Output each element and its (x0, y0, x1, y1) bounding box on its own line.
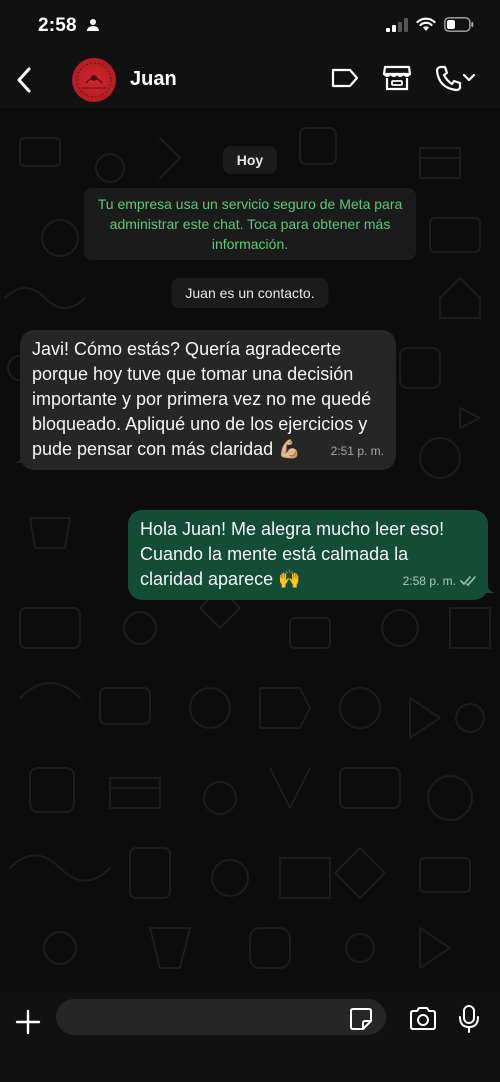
whatsapp-chat-screen: 2:58 Juan Hoy Tu empresa usa un servicio… (0, 0, 500, 1082)
header-actions (308, 64, 476, 97)
message-time: 2:51 p. m. (330, 444, 384, 458)
status-right-group (386, 17, 474, 37)
plus-icon[interactable] (14, 1008, 42, 1041)
bubble-tail (14, 445, 28, 470)
status-bar: 2:58 (0, 0, 500, 52)
chat-area[interactable]: Hoy Tu empresa usa un servicio seguro de… (0, 108, 500, 992)
read-receipt-icon (460, 569, 478, 594)
contact-name[interactable]: Juan (130, 68, 177, 91)
contact-notice: Juan es un contacto. (171, 278, 329, 308)
chat-header: Juan (0, 52, 500, 109)
avatar[interactable] (72, 58, 116, 102)
message-time: 2:58 p. m. (402, 574, 456, 588)
date-separator: Hoy (222, 146, 278, 174)
message-input[interactable] (56, 999, 386, 1035)
store-icon[interactable] (382, 64, 412, 97)
label-tag-icon[interactable] (330, 66, 360, 95)
bubble-tail (481, 575, 495, 600)
message-input-bar (0, 992, 500, 1082)
outgoing-message-bubble[interactable]: Hola Juan! Me alegra mucho leer eso! Cua… (128, 510, 495, 600)
back-chevron-icon[interactable] (12, 64, 38, 96)
sticker-icon[interactable] (348, 1006, 374, 1037)
battery-icon (444, 17, 474, 37)
meta-security-notice[interactable]: Tu empresa usa un servicio seguro de Met… (84, 188, 416, 260)
signal-icon (386, 17, 408, 37)
person-icon (86, 18, 100, 37)
wifi-icon (416, 17, 436, 37)
phone-icon[interactable] (434, 64, 476, 97)
incoming-message-bubble[interactable]: Javi! Cómo estás? Quería agradecerte por… (14, 330, 396, 470)
status-time: 2:58 (38, 15, 77, 36)
microphone-icon[interactable] (458, 1004, 480, 1039)
camera-icon[interactable] (408, 1006, 438, 1037)
